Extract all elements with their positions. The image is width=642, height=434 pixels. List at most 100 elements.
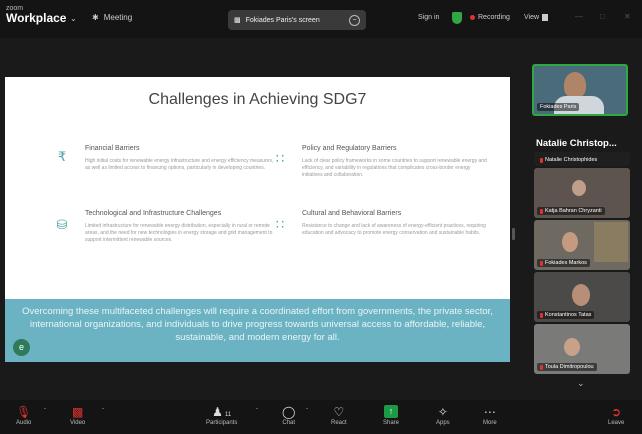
chevron-up-icon[interactable]: ˆ [306,409,308,415]
app-logo: zoom Workplace [6,5,66,24]
apps-icon: ✧ [437,405,448,419]
more-button[interactable]: ⋯ More [483,404,497,426]
meeting-label: Meeting [103,13,133,22]
chevron-up-icon[interactable]: ˆ [102,409,104,415]
meeting-menu-button[interactable]: ✱ Meeting [92,13,132,22]
block-financial: Financial Barriers High initial costs fo… [85,145,275,172]
gear-icon: ✱ [92,13,99,22]
participant-tile[interactable]: Toula Dimitropoulou [534,324,630,374]
video-label: Video [70,420,86,426]
bookshelf [594,222,628,262]
mic-muted-icon [540,260,543,266]
avatar [572,284,590,306]
block-technological: Technological and Infrastructure Challen… [85,210,275,244]
apps-button[interactable]: ✧ Apps [436,404,450,426]
chevron-up-icon[interactable]: ˆ [256,409,258,415]
block-heading: Technological and Infrastructure Challen… [85,210,222,217]
tile-name: Katja Bahran Chryzanti [537,207,605,215]
active-speaker-tile[interactable]: Fokiades Paris [532,64,628,116]
heart-icon: ♡ [333,405,345,419]
grid-icon: ∷ [275,217,285,232]
avatar [572,180,586,196]
tile-name-text: Natalie Christophides [545,157,598,163]
block-heading: Cultural and Behavioral Barriers [302,210,402,217]
leave-button[interactable]: ➲ Leave [608,404,624,426]
avatar [564,338,580,356]
tile-name-text: Katja Bahran Chryzanti [545,208,602,214]
block-policy: Policy and Regulatory Barriers Lack of c… [302,145,492,179]
slide-logo: e [13,339,30,356]
tile-name: Konstantinos Tatas [537,311,595,319]
avatar [564,72,586,98]
active-speaker-title: Natalie Christop... [536,138,617,149]
view-grid-icon [542,14,549,21]
chevron-down-icon[interactable]: ⌄ [577,378,585,389]
chat-label: Chat [282,420,296,426]
participants-count: 11 [224,412,232,418]
tile-name: Natalie Christophides [537,156,600,164]
tile-name: Fokiades Paris [537,103,580,111]
react-button[interactable]: ♡ React [331,404,347,426]
block-text: Lack of clear policy frameworks in some … [302,158,487,178]
minimize-icon[interactable]: — [575,12,583,21]
close-icon[interactable]: ✕ [624,12,631,21]
tile-name: Toula Dimitropoulou [537,363,597,371]
block-text: High initial costs for renewable energy … [85,158,274,171]
tile-name-text: Toula Dimitropoulou [545,364,594,370]
mic-muted-icon: 🎙 [16,405,32,419]
tile-name-text: Fokiades Markos [545,260,587,266]
participants-label: Participants [206,420,238,426]
block-cultural: Cultural and Behavioral Barriers Resista… [302,210,492,237]
block-text: Resistance to change and lack of awarene… [302,223,486,236]
avatar [562,232,578,252]
view-label: View [524,14,540,21]
audio-button[interactable]: 🎙 Audio [16,404,31,426]
top-bar: zoom Workplace ⌄ ✱ Meeting ▩ Fokiades Pa… [0,0,642,38]
leave-label: Leave [608,420,625,426]
block-text: Limited infrastructure for renewable ene… [85,223,273,243]
react-label: React [331,420,347,426]
block-heading: Policy and Regulatory Barriers [302,145,397,152]
participants-icon: ♟ 11 [212,405,232,419]
audio-label: Audio [16,420,32,426]
sign-in-link[interactable]: Sign in [418,14,439,21]
database-icon: ⛁ [56,217,68,232]
network-icon: ∷ [275,151,285,166]
participant-tile[interactable]: Konstantinos Tatas [534,272,630,322]
share-screen-icon: ↑ [384,405,398,418]
tile-name-text: Fokiades Paris [540,104,577,110]
more-icon: ⋯ [483,405,496,419]
leave-icon: ➲ [611,405,622,419]
slide-banner: Overcoming these multifaceted challenges… [5,299,510,362]
shield-icon[interactable] [452,12,462,24]
chevron-up-icon[interactable]: ˆ [44,409,46,415]
shared-slide: Challenges in Achieving SDG7 ₹ Financial… [5,77,510,362]
mic-muted-icon [540,312,543,318]
participant-tile[interactable]: Fokiades Markos [534,220,630,270]
participant-tile[interactable]: Natalie Christophides [534,152,630,166]
panel-resize-handle[interactable] [512,228,515,240]
share-button[interactable]: ↑ Share [383,404,399,426]
meeting-toolbar: 🎙 Audio ˆ ▩ Video ˆ ♟ 11 Participants ˆ ◯… [0,400,642,434]
more-label: More [483,420,497,426]
chat-button[interactable]: ◯ Chat [282,404,295,426]
record-dot-icon [470,15,475,20]
monitor-icon: ▩ [234,17,241,24]
screen-share-pill[interactable]: ▩ Fokiades Paris's screen − [228,10,366,30]
recording-label: Recording [478,14,510,21]
participants-button[interactable]: ♟ 11 Participants [206,404,237,426]
view-button[interactable]: View [524,14,549,21]
recording-indicator[interactable]: Recording [470,14,510,21]
tile-name: Fokiades Markos [537,259,590,267]
mic-muted-icon [540,208,543,214]
chevron-down-icon[interactable]: ⌄ [70,14,77,23]
video-off-icon: ▩ [71,405,84,419]
apps-label: Apps [436,420,450,426]
participant-tile[interactable]: Katja Bahran Chryzanti [534,168,630,218]
tile-name-text: Konstantinos Tatas [545,312,592,318]
video-button[interactable]: ▩ Video [70,404,85,426]
slide-title: Challenges in Achieving SDG7 [148,91,367,108]
maximize-icon[interactable]: □ [600,12,605,21]
stop-share-icon[interactable]: − [349,14,360,26]
share-label: Share [383,420,400,426]
